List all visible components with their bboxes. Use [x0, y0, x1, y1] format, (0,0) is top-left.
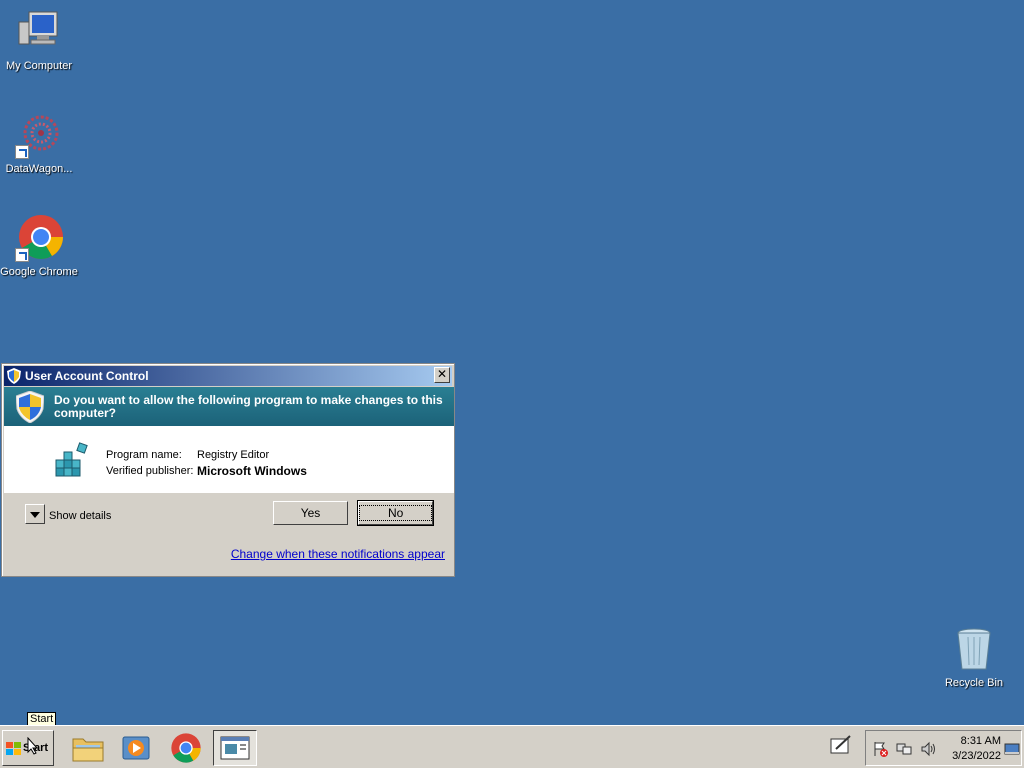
taskbar-uac-window[interactable]: [213, 730, 257, 766]
datawagon-icon: [15, 111, 63, 159]
windows-logo-icon: [6, 741, 21, 755]
registry-editor-icon: [55, 442, 88, 477]
system-tray: 8:31 AM 3/23/2022: [865, 730, 1022, 766]
desktop-icon-recycle-bin[interactable]: Recycle Bin: [935, 625, 1013, 689]
action-center-flag-icon[interactable]: [872, 741, 888, 757]
mouse-cursor-icon: [27, 737, 39, 755]
desktop-icon-label: Google Chrome: [0, 266, 78, 278]
network-icon[interactable]: [896, 741, 912, 757]
uac-dialog: User Account Control ✕ Do you want to al…: [1, 363, 455, 577]
uac-banner: Do you want to allow the following progr…: [4, 387, 454, 426]
program-details: Program name: Registry Editor Verified p…: [106, 447, 307, 479]
media-player-icon: [122, 736, 150, 760]
chrome-icon: [171, 733, 201, 763]
program-name-label: Program name:: [106, 449, 182, 461]
desktop-icon-label: My Computer: [5, 60, 73, 72]
publisher-label: Verified publisher:: [106, 465, 194, 477]
shortcut-arrow-icon: [15, 248, 29, 262]
close-icon: ✕: [436, 367, 448, 381]
uac-window-icon: [220, 736, 250, 760]
yes-button[interactable]: Yes: [273, 501, 348, 525]
computer-icon: [15, 8, 63, 56]
file-explorer-icon: [72, 738, 104, 762]
show-details-label[interactable]: Show details: [49, 510, 111, 522]
taskbar-clock[interactable]: 8:31 AM 3/23/2022: [945, 734, 1001, 764]
chrome-icon: [15, 214, 63, 262]
desktop-icon-google-chrome[interactable]: Google Chrome: [0, 214, 78, 278]
uac-shield-icon: [16, 390, 44, 423]
taskbar-media-player[interactable]: [114, 730, 158, 766]
change-notifications-link[interactable]: Change when these notifications appear: [231, 547, 445, 561]
taskbar-chrome[interactable]: [164, 730, 208, 766]
taskbar-file-explorer[interactable]: [66, 730, 110, 766]
desktop-icon-my-computer[interactable]: My Computer: [0, 8, 78, 72]
volume-icon[interactable]: [920, 741, 936, 757]
clock-date: 3/23/2022: [952, 750, 1001, 762]
show-details-toggle[interactable]: [25, 504, 45, 524]
uac-question: Do you want to allow the following progr…: [54, 392, 443, 420]
desktop-icon-label: DataWagon...: [5, 163, 73, 175]
desktop-icon-label: Recycle Bin: [944, 677, 1004, 689]
dialog-title: User Account Control: [25, 369, 149, 383]
recycle-bin-icon: [950, 625, 998, 673]
clock-time: 8:31 AM: [960, 735, 1001, 747]
pen-input-icon[interactable]: [830, 735, 852, 755]
desktop-icon-datawagon[interactable]: DataWagon...: [0, 111, 78, 175]
program-name-value: Registry Editor: [197, 449, 270, 461]
shortcut-arrow-icon: [15, 145, 29, 159]
program-info-panel: Program name: Registry Editor Verified p…: [4, 426, 454, 493]
shield-icon: [7, 368, 21, 384]
close-button[interactable]: ✕: [434, 367, 450, 383]
dialog-titlebar[interactable]: User Account Control: [4, 366, 452, 386]
no-button[interactable]: No: [357, 500, 434, 526]
show-desktop-icon[interactable]: [1004, 741, 1020, 757]
taskbar: Start: [0, 725, 1024, 768]
publisher-value: Microsoft Windows: [197, 464, 307, 478]
no-button-label: No: [359, 505, 433, 521]
